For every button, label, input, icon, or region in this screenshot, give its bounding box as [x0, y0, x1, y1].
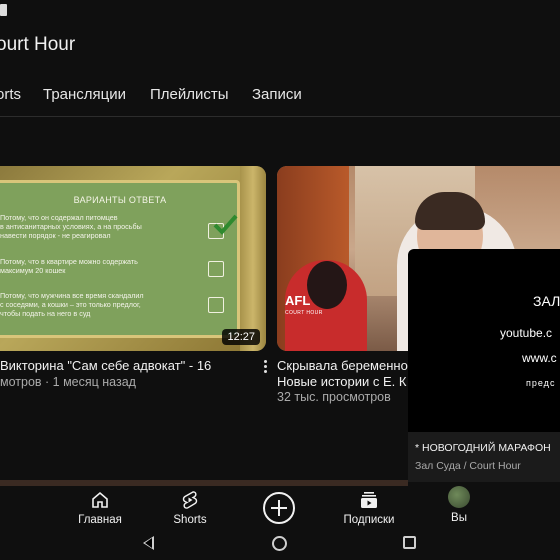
tab-live[interactable]: Трансляции [43, 86, 126, 103]
video-duration: 12:27 [222, 329, 260, 345]
preview-text-1: ЗАЛ [533, 293, 560, 309]
overlay-video-preview[interactable]: ЗАЛ youtube.c www.c предс [408, 249, 560, 432]
nav-home-label: Главная [78, 514, 122, 526]
preview-text-3: www.c [522, 351, 557, 365]
home-circle-icon[interactable] [272, 536, 287, 551]
overlay-video-title: * НОВОГОДНИЙ МАРАФОН [415, 442, 551, 454]
nav-shorts[interactable]: Shorts [155, 486, 225, 526]
tab-posts[interactable]: Записи [252, 86, 302, 103]
nav-you-label: Вы [451, 512, 467, 524]
video-thumbnail-1[interactable]: ВАРИАНТЫ ОТВЕТА Потому, что он содержал … [0, 166, 266, 351]
system-navigation-bar [0, 530, 560, 560]
answer-2: Потому, что в квартире можно содержать м… [0, 257, 138, 275]
nav-home[interactable]: Главная [65, 486, 135, 526]
video-meta-1: мотров · 1 месяц назад [0, 375, 136, 389]
channel-title: ourt Hour [0, 34, 76, 55]
overlay-video-info[interactable]: * НОВОГОДНИЙ МАРАФОН Зал Суда / Court Ho… [408, 432, 560, 482]
tab-shorts[interactable]: orts [0, 86, 21, 103]
thumbnail-pillar [240, 166, 266, 351]
board-title: ВАРИАНТЫ ОТВЕТА [73, 195, 167, 205]
home-icon [92, 491, 108, 508]
answer-3: Потому, что мужчина все время скандалил … [0, 291, 144, 318]
status-icon [0, 4, 7, 16]
nav-subscriptions-label: Подписки [343, 514, 395, 526]
more-options-icon[interactable] [264, 360, 268, 374]
nav-subscriptions[interactable]: Подписки [334, 486, 404, 526]
preview-text-4: предс [526, 378, 556, 388]
avatar [448, 486, 470, 508]
video-meta-2: 32 тыс. просмотров [277, 390, 391, 404]
create-button[interactable] [263, 492, 295, 524]
answer-checkbox-3 [208, 297, 224, 313]
channel-tabs: orts Трансляции Плейлисты Записи [0, 86, 560, 106]
afl-logo: AFL COURT HOUR [285, 294, 323, 320]
overlay-video-channel: Зал Суда / Court Hour [415, 460, 521, 472]
preview-text-2: youtube.c [500, 326, 553, 340]
nav-you[interactable]: Вы [424, 486, 494, 524]
video-title-2[interactable]: Скрывала беременно [277, 358, 408, 373]
answer-1: Потому, что он содержал питомцев в антис… [0, 213, 142, 240]
subscriptions-icon [361, 492, 377, 508]
tabs-divider [0, 116, 560, 117]
afl-logo-text: AFL [285, 293, 311, 308]
video-title-1[interactable]: Викторина "Сам себе адвокат" - 16 [0, 358, 211, 373]
afl-logo-subtext: COURT HOUR [285, 310, 323, 316]
nav-shorts-label: Shorts [173, 514, 207, 526]
recent-apps-icon[interactable] [403, 536, 416, 549]
tab-playlists[interactable]: Плейлисты [150, 86, 229, 103]
answer-board: ВАРИАНТЫ ОТВЕТА Потому, что он содержал … [0, 180, 240, 338]
shorts-icon [182, 491, 198, 509]
answer-checkbox-2 [208, 261, 224, 277]
checkmark-icon [213, 214, 238, 235]
video-title-2-line2[interactable]: Новые истории с Е. К [277, 374, 406, 389]
back-icon[interactable] [143, 536, 154, 550]
